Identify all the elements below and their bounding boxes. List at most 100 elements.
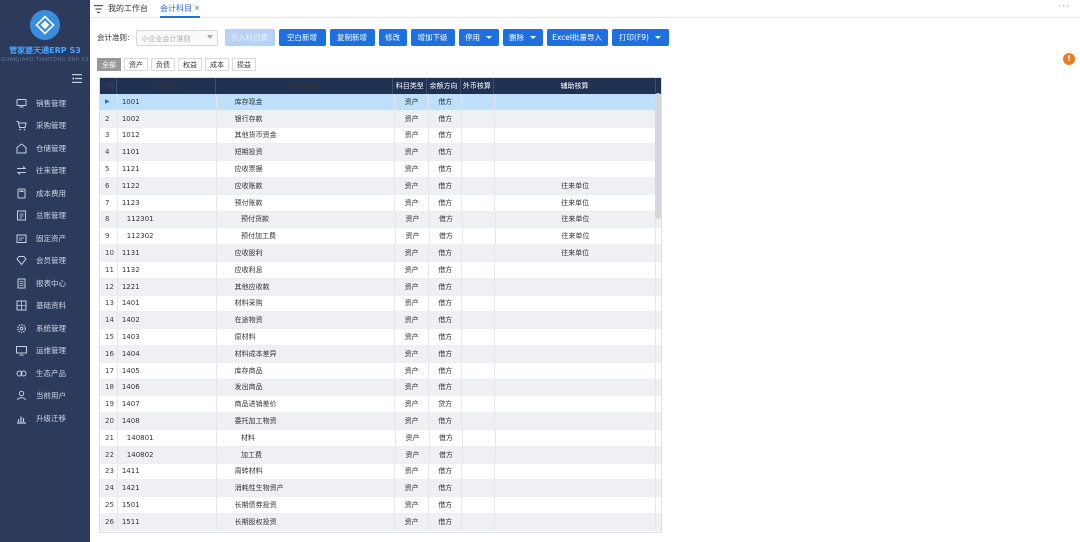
delete-button[interactable]: 删除 (502, 29, 543, 46)
cell-code: 112301 (118, 211, 218, 228)
sidebar-item-2[interactable]: 采购管理 (0, 115, 90, 138)
table-row[interactable]: 24 1421 消耗性生物资产 资产 借方 (100, 480, 661, 498)
table-row[interactable]: 11 1132 应收利息 资产 借方 (100, 261, 661, 279)
copy-new-button[interactable]: 复制新增 (329, 29, 375, 46)
table-row[interactable]: 21 140801 材料 资产 借方 (100, 429, 661, 447)
table-row[interactable]: 8 112301 预付货款 资产 借方 往来单位 (100, 211, 661, 229)
cell-auxiliary: 往来单位 (495, 177, 656, 194)
sidebar-item-13[interactable]: 生态产品 (0, 362, 90, 385)
table-row[interactable]: 19 1407 商品进销差价 资产 贷方 (100, 396, 661, 414)
table-row[interactable]: 20 1408 委托加工物资 资产 借方 (100, 413, 661, 430)
cell-currency (462, 513, 496, 530)
cell-spacer (656, 279, 661, 295)
header-name[interactable]: 科目名称 (216, 78, 394, 94)
cell-type: 资产 (395, 177, 430, 194)
category-tab-2[interactable]: 资产 (124, 58, 148, 71)
chevron-down-icon (530, 36, 537, 39)
cell-spacer (656, 312, 661, 328)
category-tab-6[interactable]: 损益 (232, 58, 256, 71)
modify-button[interactable]: 修改 (378, 29, 407, 46)
sidebar-item-label: 成本费用 (36, 188, 66, 198)
sidebar-item-1[interactable]: 销售管理 (0, 92, 90, 115)
cell-row-no: 19 (100, 396, 118, 413)
sidebar-item-8[interactable]: 会员管理 (0, 250, 90, 273)
table-row[interactable]: 7 1123 预付账款 资产 借方 往来单位 (100, 194, 661, 212)
excel-import-button[interactable]: Excel批量导入 (546, 29, 608, 46)
table-row[interactable]: 26 1511 长期股权投资 资产 借方 (100, 513, 661, 531)
table-row[interactable]: 23 1411 周转材料 资产 借方 (100, 463, 661, 481)
add-sub-button[interactable]: 增加下级 (410, 29, 455, 46)
collapse-menu-icon[interactable] (72, 74, 82, 83)
table-row[interactable]: ▶ 1001 库存现金 资产 借方 (100, 94, 661, 111)
sidebar-item-4[interactable]: 往来管理 (0, 160, 90, 183)
table-row[interactable]: 14 1402 在途物资 资产 借方 (100, 312, 661, 330)
table-row[interactable]: 18 1406 发出商品 资产 借方 (100, 379, 661, 397)
table-row[interactable]: 12 1221 其他应收款 资产 借方 (100, 278, 661, 296)
table-row[interactable]: 3 1012 其他货币资金 资产 借方 (100, 127, 661, 145)
category-tab-5[interactable]: 成本 (205, 58, 229, 71)
sidebar-item-9[interactable]: 报表中心 (0, 272, 90, 295)
cell-name: 在途物资 (217, 312, 396, 329)
table-row[interactable]: 15 1403 原材料 资产 借方 (100, 329, 661, 346)
table-row[interactable]: 10 1131 应收股利 资产 借方 往来单位 (100, 245, 661, 262)
cell-direction: 借方 (430, 429, 463, 446)
sidebar-item-label: 基础资料 (36, 301, 66, 311)
asset-icon (16, 234, 27, 243)
cell-currency (462, 497, 496, 513)
table-row[interactable]: 16 1404 材料成本差异 资产 借方 (100, 345, 661, 363)
cell-spacer (656, 245, 661, 261)
category-tab-1[interactable]: 全部 (97, 58, 121, 71)
sidebar-item-11[interactable]: 系统管理 (0, 317, 90, 340)
sidebar-item-12[interactable]: 运维管理 (0, 340, 90, 363)
category-tab-3[interactable]: 负债 (151, 58, 175, 71)
table-row[interactable]: 13 1401 材料采购 资产 借方 (100, 295, 661, 313)
table-row[interactable]: 9 112302 预付加工费 资产 借方 往来单位 (100, 228, 661, 246)
sidebar-item-6[interactable]: 总账管理 (0, 205, 90, 228)
table-row[interactable]: 17 1405 库存商品 资产 借方 (100, 362, 661, 380)
sidebar-item-label: 采购管理 (36, 121, 66, 131)
cell-currency (462, 110, 496, 127)
notification-badge[interactable]: ! (1063, 53, 1075, 65)
sidebar-item-3[interactable]: 仓储管理 (0, 137, 90, 160)
table-row[interactable]: 4 1101 短期投资 资产 借方 (100, 144, 661, 162)
gear-icon (17, 323, 26, 333)
display-icon (16, 346, 27, 356)
header-direction[interactable]: 余额方向 (427, 78, 461, 94)
sidebar-item-5[interactable]: 成本费用 (0, 182, 90, 205)
header-code[interactable]: 科目编号 (117, 78, 217, 94)
header-auxiliary[interactable]: 辅助核算 (494, 78, 656, 94)
table-row[interactable]: 22 140802 加工费 资产 借方 (100, 446, 661, 464)
sidebar-item-10[interactable]: 基础资料 (0, 295, 90, 318)
cell-row-no: 10 (100, 245, 118, 261)
user-icon (17, 391, 26, 401)
table-row[interactable]: 2 1002 银行存款 资产 借方 (100, 110, 661, 128)
cell-row-no: 11 (100, 261, 118, 278)
header-type[interactable]: 科目类型 (393, 78, 428, 94)
tab-accounting-subjects[interactable]: 会计科目 × (160, 3, 200, 18)
table-row[interactable]: 6 1122 应收账款 资产 借方 往来单位 (100, 177, 661, 195)
print-button[interactable]: 打印(F9) (611, 29, 669, 46)
sidebar-item-14[interactable]: 当前用户 (0, 385, 90, 408)
cell-row-no: 8 (100, 211, 118, 228)
table-row[interactable]: 25 1501 长期债券投资 资产 借方 (100, 497, 661, 514)
cell-name: 其他货币资金 (217, 127, 396, 144)
disable-button[interactable]: 停用 (458, 29, 499, 46)
vertical-scrollbar[interactable] (655, 93, 661, 219)
close-tab-icon[interactable]: × (194, 4, 200, 12)
more-icon[interactable]: ··· (1058, 2, 1070, 12)
cell-type: 资产 (395, 194, 430, 211)
cell-row-no: 16 (100, 345, 118, 362)
cell-spacer (656, 346, 661, 362)
header-currency[interactable]: 外币核算 (461, 78, 495, 94)
cell-direction: 借方 (429, 177, 463, 194)
blank-new-button[interactable]: 空白新增 (278, 29, 326, 46)
sidebar-item-7[interactable]: 固定资产 (0, 227, 90, 250)
sidebar-item-15[interactable]: 升级迁移 (0, 407, 90, 430)
tab-home[interactable]: 我的工作台 (94, 3, 148, 14)
header-row-no[interactable]: 行号 (100, 78, 118, 94)
category-tab-4[interactable]: 权益 (178, 58, 202, 71)
import-subject-button[interactable]: 引入科目表 (224, 29, 275, 46)
standard-select[interactable]: 小企业会计准则 (135, 29, 218, 46)
warehouse-icon (16, 143, 27, 154)
table-row[interactable]: 5 1121 应收票据 资产 借方 (100, 161, 661, 178)
